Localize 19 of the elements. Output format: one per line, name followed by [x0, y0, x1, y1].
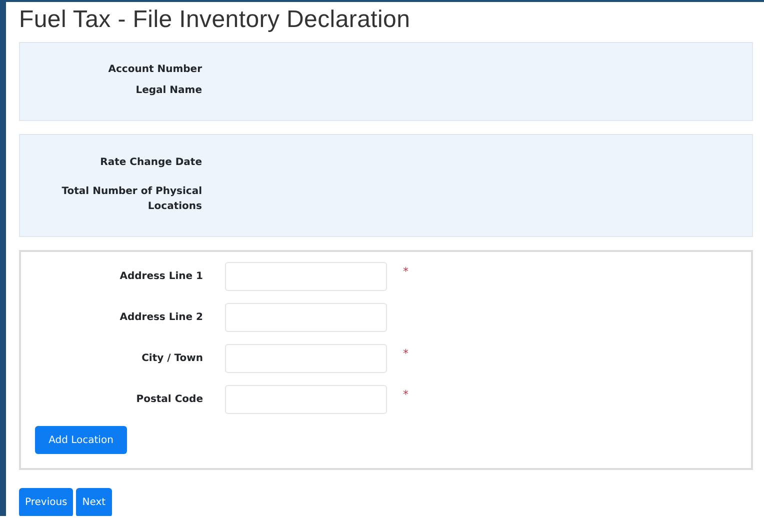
- field-label: City / Town: [140, 353, 203, 364]
- input-field[interactable]: [225, 344, 387, 373]
- field-label: Rate Change Date: [100, 156, 202, 170]
- required-mark: *: [403, 347, 408, 360]
- required-mark: *: [403, 265, 408, 278]
- field-label: Address Line 2: [118, 312, 203, 323]
- input-field[interactable]: [225, 262, 387, 291]
- input-field[interactable]: [225, 303, 387, 332]
- add-location-button[interactable]: Add Location: [35, 426, 127, 454]
- field-label: Account Number: [108, 63, 202, 77]
- field-label: Total Number of Physical Locations: [60, 185, 202, 214]
- page-title: Fuel Tax - File Inventory Declaration: [19, 6, 412, 34]
- input-field[interactable]: [225, 385, 387, 414]
- nav-button[interactable]: Next: [76, 488, 112, 516]
- field-label: Address Line 1: [118, 271, 203, 282]
- required-mark: *: [403, 388, 408, 401]
- nav-button[interactable]: Previous: [19, 488, 74, 516]
- field-label: Postal Code: [135, 394, 203, 405]
- field-label: Legal Name: [136, 84, 202, 98]
